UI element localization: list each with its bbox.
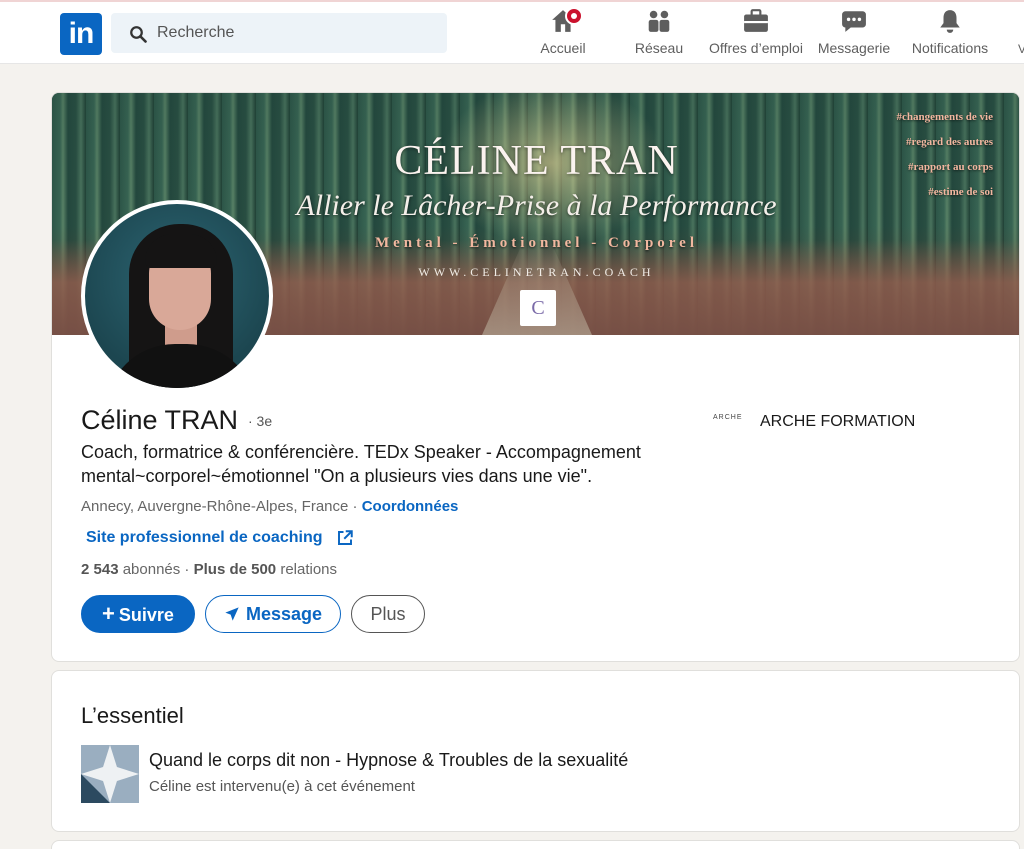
nav-label: Notifications	[911, 40, 989, 56]
followers-label: abonnés ·	[118, 561, 194, 578]
follow-label: Suivre	[118, 605, 174, 625]
profile-headline: Coach, formatrice & conférencière. TEDx …	[81, 442, 641, 486]
search-input[interactable]	[157, 13, 437, 53]
event-thumbnail[interactable]	[81, 745, 139, 803]
nav-item-more[interactable]: V	[1018, 42, 1024, 56]
company-logo: ARCHE	[713, 414, 743, 421]
banner-monogram-logo: C	[520, 290, 556, 326]
essentials-title: L’essentiel	[81, 703, 184, 728]
location-text: Annecy, Auvergne-Rhône-Alpes, France ·	[81, 498, 362, 515]
search-icon	[130, 26, 147, 43]
notification-badge	[565, 7, 583, 25]
website-link[interactable]: Site professionnel de coaching	[86, 529, 353, 547]
top-navigation-bar: in Accueil Réseau Offres d’emploi	[0, 0, 1024, 64]
avatar-body	[105, 344, 257, 388]
hashtag: #rapport au corps	[908, 161, 993, 173]
hashtag: #regard des autres	[906, 136, 993, 148]
next-card	[51, 840, 1020, 849]
network-icon	[648, 10, 670, 32]
nav-item-messaging[interactable]: Messagerie	[814, 8, 894, 60]
nav-item-network[interactable]: Réseau	[629, 8, 689, 60]
profile-avatar[interactable]	[81, 200, 273, 392]
nav-item-notifications[interactable]: Notifications	[906, 8, 994, 60]
chat-icon	[842, 11, 866, 32]
avatar-bangs	[145, 234, 217, 268]
profile-card: CÉLINE TRAN Allier le Lâcher-Prise à la …	[51, 92, 1020, 662]
connections-count: Plus de 500	[193, 561, 277, 578]
nav-label: Offres d’emploi	[709, 40, 803, 56]
profile-location: Annecy, Auvergne-Rhône-Alpes, France · C…	[81, 498, 458, 515]
more-button[interactable]: Plus	[351, 595, 425, 633]
banner-title: CÉLINE TRAN	[394, 138, 679, 184]
contact-info-link[interactable]: Coordonnées	[362, 498, 459, 515]
follow-button[interactable]: + Suivre	[81, 595, 195, 633]
message-button[interactable]: Message	[205, 595, 341, 633]
website-label: Site professionnel de coaching	[86, 529, 323, 546]
connections-label: relations	[276, 561, 338, 578]
plus-icon: +	[102, 601, 115, 626]
followers-count: 2 543	[81, 561, 119, 578]
message-label: Message	[245, 604, 323, 624]
nav-label: Accueil	[540, 40, 586, 56]
linkedin-logo[interactable]: in	[60, 13, 102, 55]
briefcase-icon	[744, 9, 768, 32]
hashtag: #estime de soi	[928, 186, 993, 198]
send-icon	[225, 607, 239, 621]
profile-stats: 2 543 abonnés · Plus de 500 relations	[81, 561, 337, 578]
nav-item-jobs[interactable]: Offres d’emploi	[706, 8, 806, 60]
nav-item-home[interactable]: Accueil	[533, 7, 593, 60]
hashtag: #changements de vie	[896, 111, 993, 123]
bell-icon	[940, 10, 960, 33]
profile-name: Céline TRAN	[81, 405, 239, 435]
company-name: ARCHE FORMATION	[760, 413, 916, 430]
banner-hashtags: #changements de vie #regard des autres #…	[896, 105, 993, 205]
essentials-card: L’essentiel Quand le corps dit non - Hyp…	[51, 670, 1020, 832]
event-subtitle: Céline est intervenu(e) à cet événement	[149, 778, 415, 795]
search-bar[interactable]	[111, 13, 447, 53]
nav-label: Messagerie	[817, 40, 891, 56]
connection-degree: · 3e	[248, 413, 273, 429]
event-title[interactable]: Quand le corps dit non - Hypnose & Troub…	[149, 750, 628, 771]
nav-label: Réseau	[634, 40, 684, 56]
external-link-icon	[338, 530, 353, 545]
